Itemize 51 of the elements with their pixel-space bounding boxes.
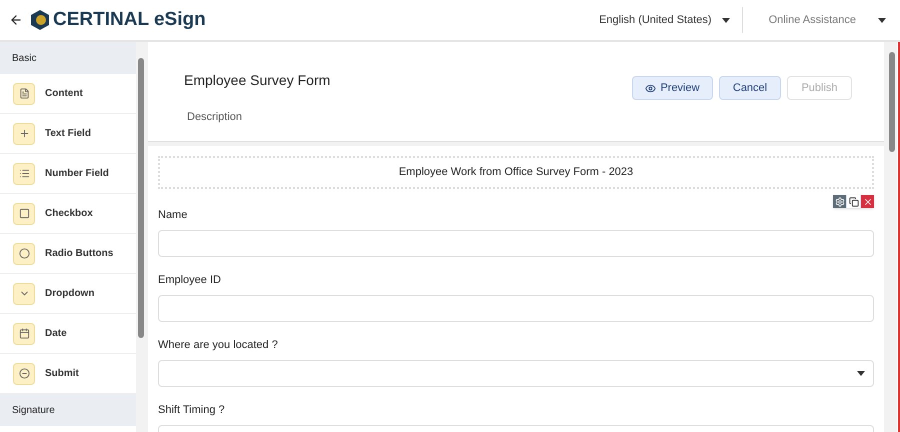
caret-icon xyxy=(857,370,865,376)
language-dropdown[interactable]: English (United States) xyxy=(599,7,743,33)
palette-item[interactable]: Date xyxy=(0,314,136,354)
page-scrollbar[interactable] xyxy=(886,42,897,432)
section-header[interactable]: Basic xyxy=(0,42,136,74)
item-label: Radio Buttons xyxy=(45,247,114,261)
item-label: Date xyxy=(45,327,67,341)
content-field-icon xyxy=(13,82,35,104)
radio-field-icon xyxy=(13,242,35,264)
form-description: Description xyxy=(187,110,244,125)
copy-icon[interactable] xyxy=(847,195,860,208)
cancel-button[interactable]: Cancel xyxy=(719,76,781,100)
section-header[interactable]: Signature xyxy=(0,394,136,426)
item-label: Content xyxy=(45,87,83,101)
form-title: Employee Survey Form xyxy=(184,71,332,90)
assistance-dropdown[interactable]: Online Assistance xyxy=(742,12,886,28)
field-label: Where are you located ? xyxy=(158,338,279,353)
eye-icon xyxy=(645,82,656,94)
palette-item[interactable]: Content xyxy=(0,74,136,114)
item-label: Checkbox xyxy=(45,207,93,221)
palette-item[interactable]: Number Field xyxy=(0,154,136,194)
item-label: Number Field xyxy=(45,167,109,181)
date-field-icon xyxy=(13,322,35,344)
palette-item[interactable]: Checkbox xyxy=(0,194,136,234)
settings-icon[interactable] xyxy=(833,195,846,208)
item-label: Submit xyxy=(45,367,79,381)
number-field-icon xyxy=(13,162,35,184)
caret-icon xyxy=(722,18,730,22)
form-banner: Employee Work from Office Survey Form - 2023 xyxy=(158,156,874,189)
palette-item[interactable]: Dropdown xyxy=(0,274,136,314)
field-label: Name xyxy=(158,208,188,223)
input-field[interactable] xyxy=(158,230,874,256)
field-label: Employee ID xyxy=(158,273,222,288)
item-label: Text Field xyxy=(45,127,91,141)
caret-icon xyxy=(878,18,886,22)
dropdown-field-icon xyxy=(13,282,35,304)
palette-item[interactable]: Text Field xyxy=(0,114,136,154)
submit-field-icon xyxy=(13,362,35,384)
close-icon[interactable] xyxy=(861,195,874,208)
item-label: Dropdown xyxy=(45,287,94,301)
input-field[interactable] xyxy=(158,294,874,322)
palette-item[interactable]: Radio Buttons xyxy=(0,234,136,274)
field-label: Shift Timing ? xyxy=(158,403,226,418)
checkbox-field-icon xyxy=(13,202,35,224)
brand-name: CERTINAL eSign xyxy=(53,8,206,32)
sidebar-scrollbar[interactable] xyxy=(136,42,146,432)
select-field[interactable] xyxy=(158,360,874,386)
back-icon[interactable] xyxy=(9,13,23,27)
preview-button[interactable]: Preview xyxy=(632,76,713,100)
text-field-icon xyxy=(13,122,35,144)
logo-icon xyxy=(31,10,49,30)
